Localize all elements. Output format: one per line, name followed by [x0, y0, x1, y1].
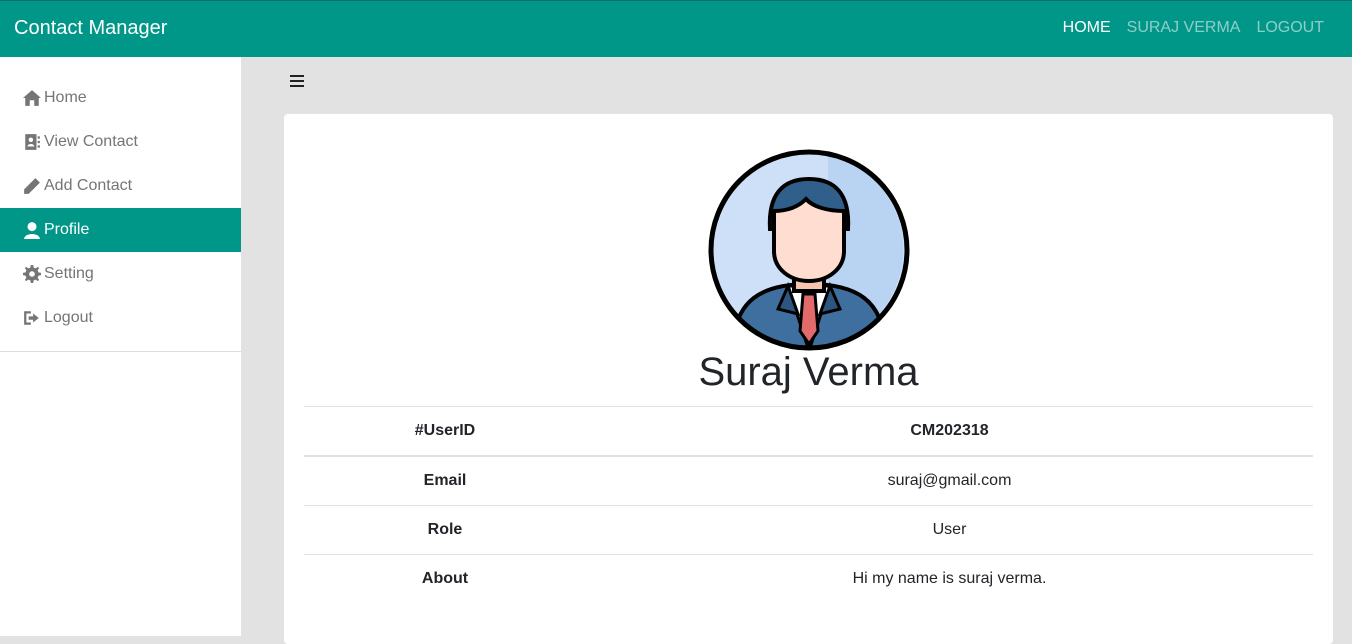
table-row: Role User — [304, 505, 1313, 555]
gear-icon — [23, 265, 41, 283]
email-value: suraj@gmail.com — [586, 455, 1313, 506]
top-navbar: Contact Manager HOME SURAJ VERMA LOGOUT — [0, 0, 1352, 57]
role-label: Role — [304, 505, 586, 555]
user-id-label: #UserID — [304, 406, 586, 457]
menu-toggle-icon[interactable] — [290, 70, 310, 92]
sidebar: Home View Contact Add Contact Profile Se… — [0, 57, 241, 636]
user-icon — [24, 222, 40, 239]
sidebar-item-label: Home — [44, 89, 87, 106]
user-id-value: CM202318 — [586, 406, 1313, 457]
table-row: About Hi my name is suraj verma. — [304, 554, 1313, 603]
sidebar-item-label: View Contact — [44, 133, 138, 150]
nav-logout-link[interactable]: LOGOUT — [1256, 19, 1324, 37]
sidebar-item-view-contact[interactable]: View Contact — [0, 120, 241, 164]
sidebar-item-add-contact[interactable]: Add Contact — [0, 164, 241, 208]
avatar — [708, 149, 910, 351]
sidebar-item-label: Logout — [44, 309, 93, 326]
profile-name: Suraj Verma — [698, 350, 919, 394]
sidebar-item-label: Profile — [44, 221, 90, 238]
sign-out-icon — [24, 311, 39, 325]
table-row: #UserID CM202318 — [304, 406, 1313, 457]
pencil-icon — [24, 178, 40, 194]
sidebar-item-setting[interactable]: Setting — [0, 252, 241, 296]
sidebar-divider — [0, 351, 241, 352]
sidebar-item-profile[interactable]: Profile — [0, 208, 241, 252]
about-label: About — [304, 554, 586, 603]
address-book-icon — [25, 134, 40, 150]
profile-table: #UserID CM202318 Email suraj@gmail.com R… — [304, 406, 1313, 603]
sidebar-item-label: Setting — [44, 265, 94, 282]
sidebar-item-logout[interactable]: Logout — [0, 296, 241, 340]
sidebar-item-home[interactable]: Home — [0, 76, 241, 120]
email-label: Email — [304, 455, 586, 506]
home-icon — [23, 90, 41, 106]
sidebar-item-label: Add Contact — [44, 177, 133, 194]
nav-user-link[interactable]: SURAJ VERMA — [1127, 19, 1241, 37]
table-row: Email suraj@gmail.com — [304, 455, 1313, 506]
nav-links: HOME SURAJ VERMA LOGOUT — [1063, 19, 1324, 37]
nav-home-link[interactable]: HOME — [1063, 19, 1111, 37]
profile-card: Suraj Verma #UserID CM202318 Email suraj… — [284, 114, 1333, 644]
about-value: Hi my name is suraj verma. — [586, 554, 1313, 603]
role-value: User — [586, 505, 1313, 555]
brand-title[interactable]: Contact Manager — [14, 17, 167, 40]
